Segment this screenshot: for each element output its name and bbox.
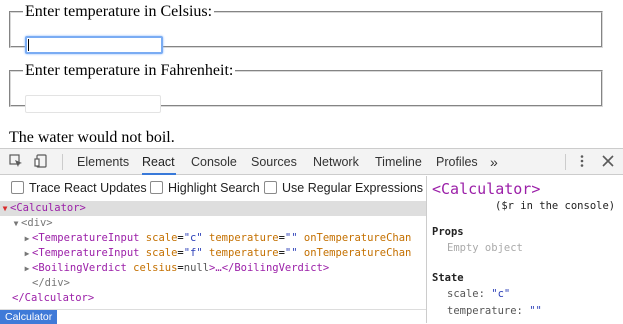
state-heading: State bbox=[432, 272, 464, 284]
app-viewport: Enter temperature in Celsius: Enter temp… bbox=[0, 0, 623, 150]
collapsed-triangle-icon[interactable]: ▶ bbox=[22, 261, 32, 276]
inspect-icon[interactable] bbox=[8, 154, 24, 170]
tree-node-calculator-close: </Calculator> bbox=[12, 292, 95, 304]
selected-component-name: <Calculator> bbox=[432, 180, 541, 198]
text-caret bbox=[28, 39, 29, 51]
tree-node-boiling-verdict[interactable]: ▶ <BoilingVerdict celsius=null>…</Boiling… bbox=[0, 261, 426, 276]
option-label: Trace React Updates bbox=[29, 181, 147, 195]
tab-console[interactable]: Console bbox=[191, 149, 237, 175]
toolbar-divider bbox=[62, 154, 63, 170]
expand-triangle-icon[interactable]: ▼ bbox=[0, 201, 10, 216]
collapsed-triangle-icon[interactable]: ▶ bbox=[22, 231, 32, 246]
tab-timeline[interactable]: Timeline bbox=[375, 149, 422, 175]
component-tree[interactable]: ▼ <Calculator> ▼ <div> ▶ <TemperatureInput … bbox=[0, 201, 426, 309]
react-options-row: Trace React Updates Highlight Search Use… bbox=[0, 176, 426, 200]
option-label: Highlight Search bbox=[168, 181, 260, 195]
tree-node-temperature-input-c[interactable]: ▶ <TemperatureInput scale="c" temperature… bbox=[0, 231, 426, 246]
tab-network[interactable]: Network bbox=[313, 149, 359, 175]
tab-react[interactable]: React bbox=[142, 149, 176, 175]
kebab-menu-icon[interactable] bbox=[574, 154, 590, 170]
regex-checkbox[interactable] bbox=[264, 181, 277, 194]
tree-node-div[interactable]: ▼ <div> bbox=[0, 216, 426, 231]
device-icon[interactable] bbox=[33, 154, 49, 170]
highlight-search-option[interactable]: Highlight Search bbox=[150, 180, 260, 196]
tree-node-temperature-input-f[interactable]: ▶ <TemperatureInput scale="f" temperature… bbox=[0, 246, 426, 261]
tab-elements[interactable]: Elements bbox=[77, 149, 129, 175]
fahrenheit-fieldset: Enter temperature in Fahrenheit: bbox=[9, 62, 603, 113]
console-hint: ($r in the console) bbox=[495, 200, 616, 212]
more-tabs-button[interactable]: » bbox=[490, 149, 498, 175]
celsius-input[interactable] bbox=[25, 36, 163, 54]
highlight-search-checkbox[interactable] bbox=[150, 181, 163, 194]
inspector-side-panel: <Calculator> ($r in the console) Props E… bbox=[426, 176, 623, 323]
collapsed-triangle-icon[interactable]: ▶ bbox=[22, 246, 32, 261]
props-empty-text: Empty object bbox=[447, 242, 523, 254]
tab-profiles[interactable]: Profiles bbox=[436, 149, 478, 175]
option-label: Use Regular Expressions bbox=[282, 181, 424, 195]
celsius-legend: Enter temperature in Celsius: bbox=[25, 3, 213, 20]
trace-react-updates-option[interactable]: Trace React Updates bbox=[11, 180, 147, 196]
props-heading: Props bbox=[432, 226, 464, 238]
fahrenheit-legend: Enter temperature in Fahrenheit: bbox=[25, 62, 234, 79]
state-entry-scale[interactable]: scale: "c" bbox=[447, 288, 510, 300]
boiling-verdict-text: The water would not boil. bbox=[9, 129, 175, 146]
toolbar-divider bbox=[565, 154, 566, 170]
state-entry-temperature[interactable]: temperature: "" bbox=[447, 305, 542, 317]
close-icon[interactable] bbox=[600, 154, 616, 170]
expand-triangle-icon[interactable]: ▼ bbox=[11, 216, 21, 231]
devtools-panel: Elements React Console Sources Network T… bbox=[0, 148, 623, 324]
fahrenheit-input[interactable] bbox=[25, 95, 161, 113]
devtools-toolbar: Elements React Console Sources Network T… bbox=[0, 149, 623, 175]
tab-sources[interactable]: Sources bbox=[251, 149, 297, 175]
trace-react-updates-checkbox[interactable] bbox=[11, 181, 24, 194]
tree-node-div-close: </div> bbox=[32, 277, 70, 289]
tree-node-calculator[interactable]: ▼ <Calculator> bbox=[0, 201, 426, 216]
celsius-fieldset: Enter temperature in Celsius: bbox=[9, 3, 603, 54]
regex-option[interactable]: Use Regular Expressions bbox=[264, 180, 423, 196]
